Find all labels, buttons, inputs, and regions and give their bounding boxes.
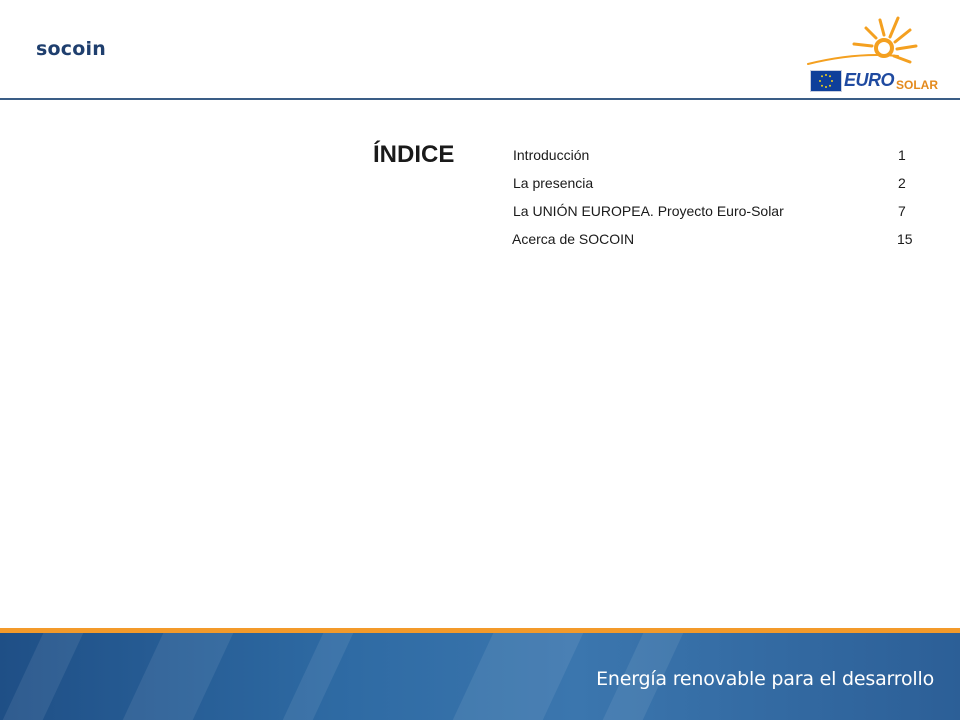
sun-icon	[807, 16, 918, 65]
logo-solar-text: SOLAR	[896, 78, 938, 92]
toc-item-page: 7	[898, 203, 906, 219]
toc-item-page: 2	[898, 175, 906, 191]
toc-item[interactable]: Introducción 1	[513, 145, 933, 173]
header: socoin EURO SOLAR	[0, 0, 960, 100]
toc-item-label: Acerca de SOCOIN	[512, 231, 635, 247]
toc-item[interactable]: La UNIÓN EUROPEA. Proyecto Euro-Solar 7	[513, 201, 933, 229]
eu-flag-icon	[810, 70, 842, 92]
toc-item-label: La presencia	[513, 175, 594, 191]
toc-item-label: La UNIÓN EUROPEA. Proyecto Euro-Solar	[513, 203, 784, 219]
toc-item-label: Introducción	[513, 147, 590, 163]
footer: Energía renovable para el desarrollo	[0, 628, 960, 720]
header-divider	[0, 98, 960, 100]
logo-euro-text: EURO	[844, 70, 895, 90]
footer-tagline: Energía renovable para el desarrollo	[596, 668, 934, 690]
toc-title: ÍNDICE	[373, 141, 455, 168]
euro-solar-logo: EURO SOLAR	[806, 8, 940, 96]
footer-band: Energía renovable para el desarrollo	[0, 633, 960, 720]
socoin-logo: socoin	[36, 38, 106, 60]
toc-item-page: 1	[898, 147, 906, 163]
toc-item[interactable]: Acerca de SOCOIN 15	[512, 229, 933, 257]
toc-item[interactable]: La presencia 2	[513, 173, 933, 201]
table-of-contents: Introducción 1 La presencia 2 La UNIÓN E…	[512, 145, 933, 257]
toc-item-page: 15	[897, 231, 913, 247]
